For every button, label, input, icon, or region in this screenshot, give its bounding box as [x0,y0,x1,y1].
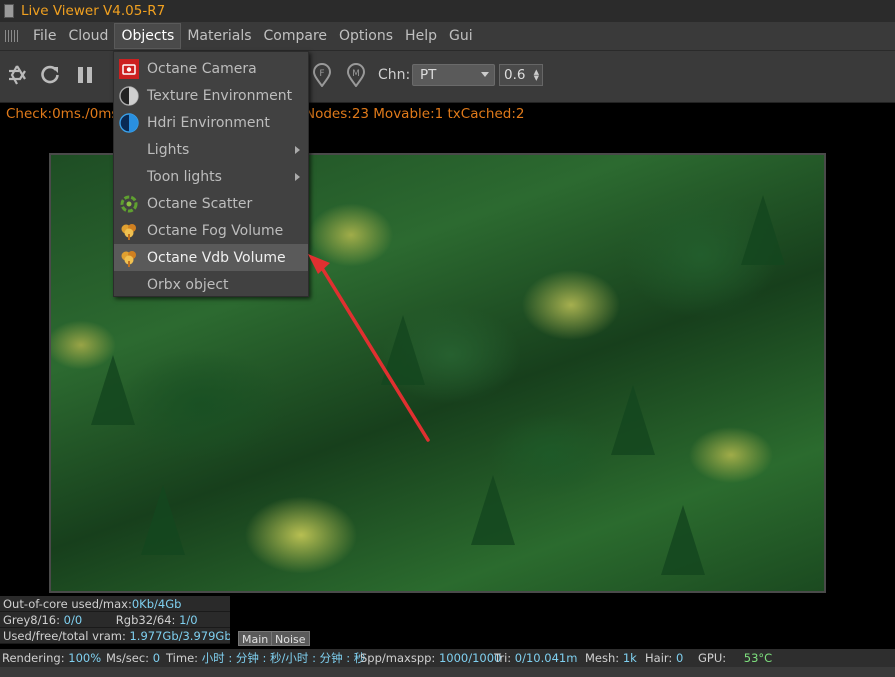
render-stats-bar: Rendering: 100% Ms/sec: 0 Time: 小时 : 分钟 … [0,649,895,667]
ms-sec-stat: Ms/sec: 0 [106,651,161,665]
app-icon [4,4,14,18]
camera-icon [118,58,140,80]
tri-stat: Tri: 0/10.041m [494,651,578,665]
check-status: Check:0ms./0ms [6,106,119,122]
channel-value: PT [420,67,437,83]
time-stat: Time: 小时 : 分钟 : 秒/小时 : 分钟 : 秒 [166,651,366,665]
menu-item-label: Texture Environment [147,87,293,104]
texture-count-row: Grey8/16: 0/0 Rgb32/64: 1/0 [0,612,230,628]
scatter-icon [118,193,140,215]
menu-item-label: Hdri Environment [147,114,270,131]
svg-text:F: F [319,69,324,79]
menu-item-hdri-environment[interactable]: Hdri Environment [114,109,308,136]
tab-main[interactable]: Main [238,631,273,646]
menu-item-toon-lights[interactable]: Toon lights [114,163,308,190]
focus-picker-icon[interactable]: F [310,63,334,87]
tab-noise[interactable]: Noise [271,631,310,646]
fog-volume-icon [118,220,140,242]
menu-item-label: Octane Camera [147,60,257,77]
channel-select[interactable]: PT [412,64,495,86]
menu-materials[interactable]: Materials [181,24,257,48]
menu-item-label: Octane Vdb Volume [147,249,286,266]
channel-label: Chn: [378,67,411,83]
render-status-line: Check:0ms./0ms Nodes:23 Movable:1 txCach… [6,106,524,122]
tree-shape [611,385,655,455]
window-title: Live Viewer V4.05-R7 [21,3,166,19]
spp-stat: Spp/maxspp: 1000/1000 [360,651,502,665]
vdb-volume-icon [118,247,140,269]
rendering-stat: Rendering: 100% [2,651,102,665]
value-spinbox[interactable]: 0.6 ▲ ▼ [499,64,543,86]
memory-info-panel: Out-of-core used/max:0Kb/4Gb Grey8/16: 0… [0,596,230,644]
menu-item-octane-fog-volume[interactable]: Octane Fog Volume [114,217,308,244]
menu-item-octane-camera[interactable]: Octane Camera [114,55,308,82]
chevron-down-icon [481,72,489,77]
tree-shape [661,505,705,575]
menu-help[interactable]: Help [399,24,443,48]
menu-objects[interactable]: Objects [114,23,182,49]
menu-item-lights[interactable]: Lights [114,136,308,163]
title-bar: Live Viewer V4.05-R7 [0,0,895,22]
mesh-stat: Mesh: 1k [585,651,637,665]
tree-shape [91,355,135,425]
menu-item-label: Toon lights [147,168,222,185]
pause-icon[interactable] [73,63,97,87]
submenu-arrow-icon [295,173,300,181]
menu-item-texture-environment[interactable]: Texture Environment [114,82,308,109]
menu-options[interactable]: Options [333,24,399,48]
spin-arrows-icon[interactable]: ▲ ▼ [534,69,539,82]
menu-file[interactable]: File [27,24,62,48]
menu-compare[interactable]: Compare [258,24,334,48]
menu-item-orbx-object[interactable]: Orbx object [114,271,308,298]
tree-shape [381,315,425,385]
menu-item-octane-scatter[interactable]: Octane Scatter [114,190,308,217]
shutter-icon[interactable] [5,63,29,87]
grip-icon [5,30,19,42]
submenu-arrow-icon [295,146,300,154]
nodes-status: Nodes:23 Movable:1 txCached:2 [305,106,525,122]
tree-shape [741,195,785,265]
menu-item-label: Orbx object [147,276,229,293]
out-of-core-row: Out-of-core used/max:0Kb/4Gb [0,596,230,612]
vram-row: Used/free/total vram: 1.977Gb/3.979Gb/8G [0,628,230,644]
menu-bar: File Cloud Objects Materials Compare Opt… [0,22,895,51]
menu-gui[interactable]: Gui [443,24,479,48]
tree-shape [471,475,515,545]
menu-item-octane-vdb-volume[interactable]: Octane Vdb Volume [114,244,308,271]
spin-value: 0.6 [504,67,526,83]
objects-dropdown-menu: Octane Camera Texture Environment Hdri E… [113,51,309,297]
svg-text:M: M [352,69,360,79]
hair-stat: Hair: 0 [645,651,684,665]
menu-item-label: Octane Fog Volume [147,222,284,239]
footer-strip [0,667,895,677]
material-picker-icon[interactable]: M [344,63,368,87]
gpu-stat: GPU: 53°C [698,651,773,665]
hdri-environment-icon [118,112,140,134]
menu-cloud[interactable]: Cloud [62,24,114,48]
menu-item-label: Lights [147,141,190,158]
menu-item-label: Octane Scatter [147,195,253,212]
tree-shape [141,485,185,555]
refresh-icon[interactable] [38,63,62,87]
texture-environment-icon [118,85,140,107]
